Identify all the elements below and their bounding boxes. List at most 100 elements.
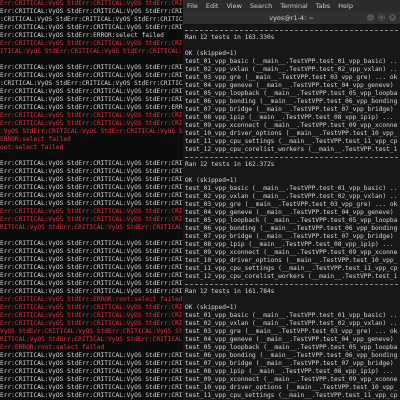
menu-search[interactable]: Search (250, 2, 272, 10)
menu-tabs[interactable]: Tabs (316, 2, 330, 10)
terminal-line: test_12_vpp_cpu_corelist_workers (__main… (185, 146, 398, 153)
terminal-line: test_08_vpp_ipip (__main__.TestVPP.test_… (185, 114, 394, 121)
log-line: Err:CRITICAL:VyOS StdErr:CRITICAL:VyOS S… (0, 240, 183, 247)
terminal-line: test_02_vpp_vxlan (__main__.TestVPP.test… (185, 320, 398, 327)
menu-edit[interactable]: Edit (206, 2, 219, 10)
window-title: vyos@r1-4: ~ (269, 14, 314, 22)
terminal-line: test_04_vpp_geneve (__main__.TestVPP.tes… (185, 336, 394, 343)
terminal-line: test_10_vpp_driver_options (__main__.Tes… (185, 257, 398, 264)
terminal-line: test_12_vpp_cpu_corelist_workers (__main… (185, 273, 398, 280)
terminal-window: File Edit View Search Terminal Tabs Help… (183, 0, 400, 400)
terminal-line: OK (skipped=1) (185, 177, 238, 184)
dashed-separator (185, 157, 398, 158)
terminal-line: test_01_vpp_basic (__main__.TestVPP.test… (185, 58, 398, 65)
terminal-line: test_06_vpp_bonding (__main__.TestVPP.te… (185, 352, 398, 359)
terminal-line: test_03_vpp_gre (__main__.TestVPP.test_0… (185, 328, 398, 335)
left-terminal-output: Err:CRITICAL:VyOS StdErr:CRITICAL:VyOS S… (0, 0, 183, 400)
log-line: Err:CRITICAL:VyOS StdErr:CRITICAL:VyOS S… (0, 64, 183, 71)
terminal-line: test_11_vpp_cpu_settings (__main__.TestV… (185, 392, 398, 399)
log-line: Err:CRITICAL:VyOS StdErr:CRITICAL:VyOS S… (0, 160, 183, 167)
log-line: Err:CRITICAL:VyOS StdErr:CRITICAL:VyOS S… (0, 272, 183, 279)
log-line: Err:CRITICAL:VyOS StdErr:CRITICAL:VyOS S… (0, 0, 183, 7)
log-line: Err:CRITICAL:VyOS StdErr:CRITICAL:VyOS S… (0, 112, 183, 119)
log-line: Err:CRITICAL:VyOS StdErr:CRITICAL:VyOS S… (0, 184, 183, 191)
log-line: Err:ERROR:root:select failed (0, 344, 105, 351)
log-line: Err:CRITICAL:VyOS StdErr:CRITICAL:VyOS S… (0, 72, 183, 79)
log-line: :CRITICAL:VyOS StdErr:CRITICAL:VyOS StdE… (0, 80, 183, 87)
log-line: Err:CRITICAL:VyOS StdErr:CRITICAL:VyOS S… (0, 264, 183, 271)
terminal-line: test_05_vpp_loopback (__main__.TestVPP.t… (185, 344, 398, 351)
log-line: Err:CRITICAL:VyOS StdErr:CRITICAL:VyOS S… (0, 104, 183, 111)
terminal-line: test_11_vpp_cpu_settings (__main__.TestV… (185, 265, 398, 272)
terminal-line: test_09_vpp_xconnect (__main__.TestVPP.t… (185, 122, 398, 129)
terminal-line: test_02_vpp_vxlan (__main__.TestVPP.test… (185, 193, 398, 200)
menu-help[interactable]: Help (338, 2, 353, 10)
terminal-line: test_01_vpp_basic (__main__.TestVPP.test… (185, 185, 398, 192)
log-line: Err:CRITICAL:VyOS StdErr:CRITICAL:VyOS S… (0, 248, 183, 255)
terminal-line: Ran 12 tests in 163.330s (185, 34, 275, 41)
log-line: Err:CRITICAL:VyOS StdErr:CRITICAL:VyOS S… (0, 352, 183, 359)
log-line: Err:CRITICAL:VyOS StdErr:CRITICAL:VyOS S… (0, 304, 183, 311)
log-line: Err:CRITICAL:VyOS StdErr:CRITICAL:VyOS S… (0, 168, 183, 175)
terminal-line: test_08_vpp_ipip (__main__.TestVPP.test_… (185, 241, 394, 248)
menu-file[interactable]: File (187, 2, 198, 10)
log-line: Err:CRITICAL:VyOS StdErr:CRITICAL:VyOS S… (0, 280, 183, 287)
log-line: Err:CRITICAL:VyOS StdErr:CRITICAL:VyOS S… (0, 376, 183, 383)
log-line: Err:CRITICAL:VyOS StdErr:CRITICAL:VyOS S… (0, 360, 183, 367)
terminal-line: test_05_vpp_loopback (__main__.TestVPP.t… (185, 90, 398, 97)
window-controls: – □ × (367, 14, 396, 21)
log-line: Err:CRITICAL:VyOS StdErr:CRITICAL:VyOS S… (0, 368, 183, 375)
terminal-line: test_10_vpp_driver_options (__main__.Tes… (185, 130, 398, 137)
menu-terminal[interactable]: Terminal (280, 2, 307, 10)
log-line: Err:CRITICAL:VyOS StdErr:ERROR:root:sele… (0, 296, 183, 303)
log-line: Err:CRITICAL:VyOS StdErr:CRITICAL:VyOS S… (0, 96, 183, 103)
log-line: Err:CRITICAL:VyOS StdErr:CRITICAL:VyOS S… (0, 8, 183, 15)
terminal-line: test_01_vpp_basic (__main__.TestVPP.test… (185, 312, 398, 319)
log-line: oot:select failed (0, 144, 64, 151)
terminal-line: test_09_vpp_xconnect (__main__.TestVPP.t… (185, 249, 398, 256)
window-titlebar: vyos@r1-4: ~ – □ × (183, 12, 400, 25)
log-line: ITICAL:VyOS StdErr:CRITICAL:VyOS StdErr:… (0, 48, 183, 55)
maximize-icon[interactable]: □ (378, 14, 385, 21)
terminal-line: test_11_vpp_cpu_settings (__main__.TestV… (185, 138, 398, 145)
menu-view[interactable]: View (226, 2, 241, 10)
terminal-line: test_02_vpp_vxlan (__main__.TestVPP.test… (185, 66, 398, 73)
log-line: VyOS StdErr:CRITICAL:VyOS StdErr:CRITICA… (0, 328, 183, 335)
log-line: Err:CRITICAL:VyOS StdErr:CRITICAL:VyOS S… (0, 120, 183, 127)
terminal-line: test_04_vpp_geneve (__main__.TestVPP.tes… (185, 209, 394, 216)
log-line: Err:CRITICAL:VyOS StdErr:CRITICAL:VyOS S… (0, 88, 183, 95)
log-line: Err:CRITICAL:VyOS StdErr:CRITICAL:VyOS S… (0, 288, 183, 295)
log-line: Err:CRITICAL:VyOS StdErr:CRITICAL:VyOS S… (0, 176, 183, 183)
log-line: ERROR:select failed (0, 136, 71, 143)
log-line: Err:CRITICAL:VyOS StdErr:CRITICAL:VyOS S… (0, 208, 183, 215)
terminal-line: test_03_vpp_gre (__main__.TestVPP.test_0… (185, 74, 398, 81)
minimize-icon[interactable]: – (367, 14, 374, 21)
terminal-line: test_07_vpp_bridge (__main__.TestVPP.tes… (185, 360, 398, 367)
terminal-line: test_06_vpp_bonding (__main__.TestVPP.te… (185, 98, 398, 105)
log-line: Err:CRITICAL:VyOS StdErr:CRITICAL:VyOS S… (0, 256, 183, 263)
log-line: Err:CRITICAL:VyOS StdErr:CRITICAL:VyOS S… (0, 192, 183, 199)
dashed-separator (185, 284, 398, 285)
log-line: :VyOS StdErr:CRITICAL:VyOS StdErr:CRITIC… (0, 128, 183, 135)
close-icon[interactable]: × (389, 14, 396, 21)
terminal-output: Ran 12 tests in 163.330s OK (skipped=1) te… (183, 25, 400, 400)
terminal-line: test_07_vpp_bridge (__main__.TestVPP.tes… (185, 233, 398, 240)
terminal-line: test_06_vpp_bonding (__main__.TestVPP.te… (185, 225, 398, 232)
log-line: RITICAL:VyOS StdErr:CRITICAL:VyOS StdErr… (0, 224, 183, 231)
log-line: Err:CRITICAL:VyOS StdErr:CRITICAL:VyOS S… (0, 384, 183, 391)
menu-bar: File Edit View Search Terminal Tabs Help (183, 0, 400, 12)
log-line: Err:CRITICAL:VyOS StdErr:CRITICAL:VyOS S… (0, 216, 183, 223)
log-line: Err:CRITICAL:VyOS StdErr:CRITICAL:VyOS S… (0, 24, 183, 31)
log-line: Err:CRITICAL:VyOS StdErr:CRITICAL:VyOS S… (0, 320, 183, 327)
terminal-line: test_04_vpp_geneve (__main__.TestVPP.tes… (185, 82, 394, 89)
terminal-line: test_05_vpp_loopback (__main__.TestVPP.t… (185, 217, 398, 224)
terminal-line: test_10_vpp_driver_options (__main__.Tes… (185, 384, 398, 391)
terminal-line: test_03_vpp_gre (__main__.TestVPP.test_0… (185, 201, 398, 208)
log-line: Err:CRITICAL:VyOS StdErr:ERROR:select fa… (0, 32, 164, 39)
log-line: Err:CRITICAL:VyOS StdErr:CRITICAL:VyOS S… (0, 200, 183, 207)
